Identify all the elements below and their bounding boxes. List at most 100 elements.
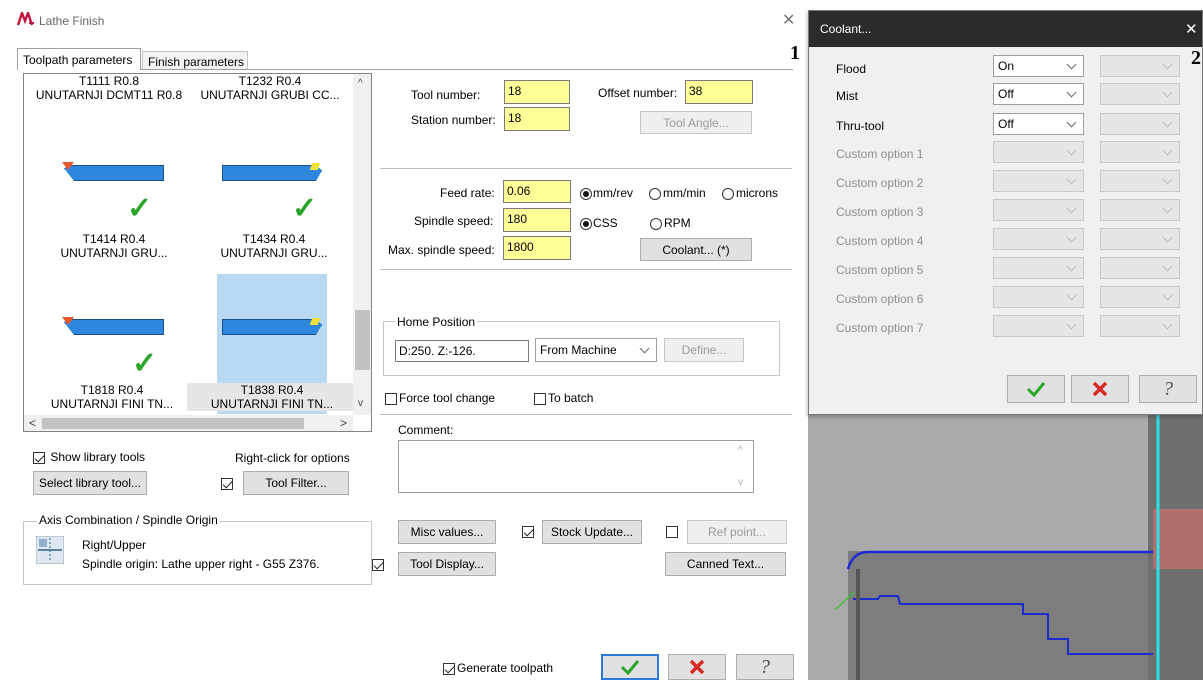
- checkbox-icon[interactable]: [443, 662, 455, 675]
- coolant-cancel-button[interactable]: [1071, 375, 1129, 403]
- custom-option-7-secondary-select[interactable]: [1100, 315, 1180, 337]
- tool-item-t1414[interactable]: T1414 R0.4 UNUTARNJI GRU...: [29, 232, 199, 260]
- flood-select[interactable]: On: [993, 55, 1084, 77]
- generate-toolpath-checkbox[interactable]: Generate toolpath: [443, 661, 553, 675]
- offset-number-input[interactable]: 38: [685, 80, 753, 104]
- scroll-up-icon[interactable]: ^: [358, 78, 363, 89]
- custom-option-5-secondary-select[interactable]: [1100, 257, 1180, 279]
- close-icon[interactable]: ✕: [782, 10, 795, 30]
- tool-item-t1232[interactable]: T1232 R0.4 UNUTARNJI GRUBI CC...: [186, 74, 354, 102]
- station-number-input[interactable]: 18: [504, 107, 570, 131]
- to-batch-checkbox[interactable]: To batch: [534, 391, 593, 405]
- radio-label: CSS: [593, 216, 618, 230]
- close-icon[interactable]: ✕: [1185, 20, 1198, 38]
- tool-item-t1838[interactable]: T1838 R0.4 UNUTARNJI FINI TN...: [187, 383, 357, 411]
- custom-option-1-secondary-select[interactable]: [1100, 141, 1180, 163]
- thru-tool-select[interactable]: Off: [993, 113, 1084, 135]
- css-radio[interactable]: CSS: [580, 216, 618, 230]
- scroll-up-icon[interactable]: ^: [738, 445, 743, 456]
- custom-option-2-secondary-select[interactable]: [1100, 170, 1180, 192]
- radio-icon[interactable]: [580, 187, 592, 200]
- coolant-button[interactable]: Coolant... (*): [640, 238, 752, 261]
- comment-textarea[interactable]: ^ v: [398, 440, 754, 493]
- thru-tool-secondary-select[interactable]: [1100, 113, 1180, 135]
- chevron-down-icon: [1162, 117, 1173, 127]
- unit-mmmin-radio[interactable]: mm/min: [649, 186, 706, 200]
- custom-option-6-select[interactable]: [993, 286, 1084, 308]
- misc-values-button[interactable]: Misc values...: [398, 520, 496, 544]
- axis-combination-icon[interactable]: [36, 536, 64, 564]
- custom-option-2-select[interactable]: [993, 170, 1084, 192]
- tool-number-input[interactable]: 18: [504, 80, 570, 104]
- flood-secondary-select[interactable]: [1100, 55, 1180, 77]
- scroll-thumb[interactable]: [42, 418, 304, 429]
- ok-button[interactable]: [601, 654, 659, 680]
- custom-option-4-secondary-select[interactable]: [1100, 228, 1180, 250]
- tool-filter-button[interactable]: Tool Filter...: [243, 471, 349, 495]
- checkbox-icon[interactable]: [534, 392, 546, 405]
- select-library-tool-button[interactable]: Select library tool...: [33, 471, 147, 495]
- radio-icon[interactable]: [650, 217, 662, 230]
- custom-option-6-secondary-select[interactable]: [1100, 286, 1180, 308]
- tool-item-t1434[interactable]: T1434 R0.4 UNUTARNJI GRU...: [189, 232, 359, 260]
- home-position-input[interactable]: D:250. Z:-126.: [395, 340, 529, 362]
- canned-text-button[interactable]: Canned Text...: [665, 552, 786, 576]
- stock-update-checkbox[interactable]: [522, 526, 534, 538]
- chevron-down-icon: [1162, 203, 1173, 213]
- define-button[interactable]: Define...: [664, 338, 744, 362]
- graphics-viewport[interactable]: [808, 414, 1203, 680]
- custom-option-3-secondary-select[interactable]: [1100, 199, 1180, 221]
- unit-mmrev-radio[interactable]: mm/rev: [580, 186, 633, 200]
- cancel-button[interactable]: [668, 654, 726, 680]
- ref-point-button[interactable]: Ref point...: [687, 520, 787, 544]
- tool-item-t1111[interactable]: T1111 R0.8 UNUTARNJI DCMT11 R0.8: [24, 74, 194, 102]
- checkbox-icon[interactable]: [385, 392, 397, 405]
- custom-option-5-select[interactable]: [993, 257, 1084, 279]
- scroll-down-icon[interactable]: v: [358, 398, 363, 409]
- coolant-help-button[interactable]: ?: [1139, 375, 1197, 403]
- mist-select[interactable]: Off: [993, 83, 1084, 105]
- tab-toolpath-parameters[interactable]: Toolpath parameters: [17, 48, 141, 70]
- vertical-scrollbar[interactable]: ^ v: [353, 74, 371, 415]
- chevron-down-icon: [1066, 87, 1077, 97]
- rpm-radio[interactable]: RPM: [650, 216, 691, 230]
- help-button[interactable]: ?: [736, 654, 794, 680]
- tool-display-checkbox[interactable]: [372, 559, 384, 571]
- tool-desc: UNUTARNJI FINI TN...: [50, 397, 174, 411]
- tool-list[interactable]: T1111 R0.8 UNUTARNJI DCMT11 R0.8 T1232 R…: [23, 73, 372, 432]
- coolant-ok-button[interactable]: [1007, 375, 1065, 403]
- tool-angle-button[interactable]: Tool Angle...: [640, 111, 752, 134]
- home-source-select[interactable]: From Machine: [535, 338, 657, 362]
- tool-item-t1818[interactable]: T1818 R0.4 UNUTARNJI FINI TN...: [27, 383, 197, 411]
- feed-rate-input[interactable]: 0.06: [503, 180, 571, 203]
- scroll-left-icon[interactable]: <: [29, 416, 36, 430]
- max-spindle-speed-input[interactable]: 1800: [503, 236, 571, 260]
- mist-secondary-select[interactable]: [1100, 83, 1180, 105]
- tool-display-button[interactable]: Tool Display...: [398, 552, 496, 576]
- radio-icon[interactable]: [722, 187, 734, 200]
- tool-filter-checkbox[interactable]: [221, 478, 233, 490]
- checkbox-icon[interactable]: [33, 451, 45, 464]
- horizontal-scrollbar[interactable]: < >: [24, 415, 353, 431]
- coolant-title-bar: Coolant... ✕: [809, 11, 1202, 47]
- stock-update-button[interactable]: Stock Update...: [542, 520, 642, 544]
- unit-microns-radio[interactable]: microns: [722, 186, 778, 200]
- custom-option-7-select[interactable]: [993, 315, 1084, 337]
- scroll-down-icon[interactable]: v: [738, 477, 743, 488]
- tab-finish-parameters[interactable]: Finish parameters: [142, 51, 248, 70]
- select-value: Off: [998, 87, 1014, 101]
- spindle-speed-input[interactable]: 180: [503, 208, 571, 232]
- scroll-right-icon[interactable]: >: [340, 416, 347, 430]
- scroll-thumb[interactable]: [355, 310, 370, 370]
- custom-option-3-select[interactable]: [993, 199, 1084, 221]
- force-tool-change-checkbox[interactable]: Force tool change: [385, 391, 495, 405]
- radio-icon[interactable]: [580, 217, 592, 230]
- radio-label: mm/min: [663, 186, 706, 200]
- custom-option-4-select[interactable]: [993, 228, 1084, 250]
- ref-point-checkbox[interactable]: [666, 526, 678, 538]
- right-click-hint: Right-click for options: [235, 451, 350, 465]
- tool-desc: UNUTARNJI GRU...: [220, 246, 328, 260]
- show-library-checkbox[interactable]: Show library tools: [33, 450, 145, 464]
- custom-option-1-select[interactable]: [993, 141, 1084, 163]
- radio-icon[interactable]: [649, 187, 661, 200]
